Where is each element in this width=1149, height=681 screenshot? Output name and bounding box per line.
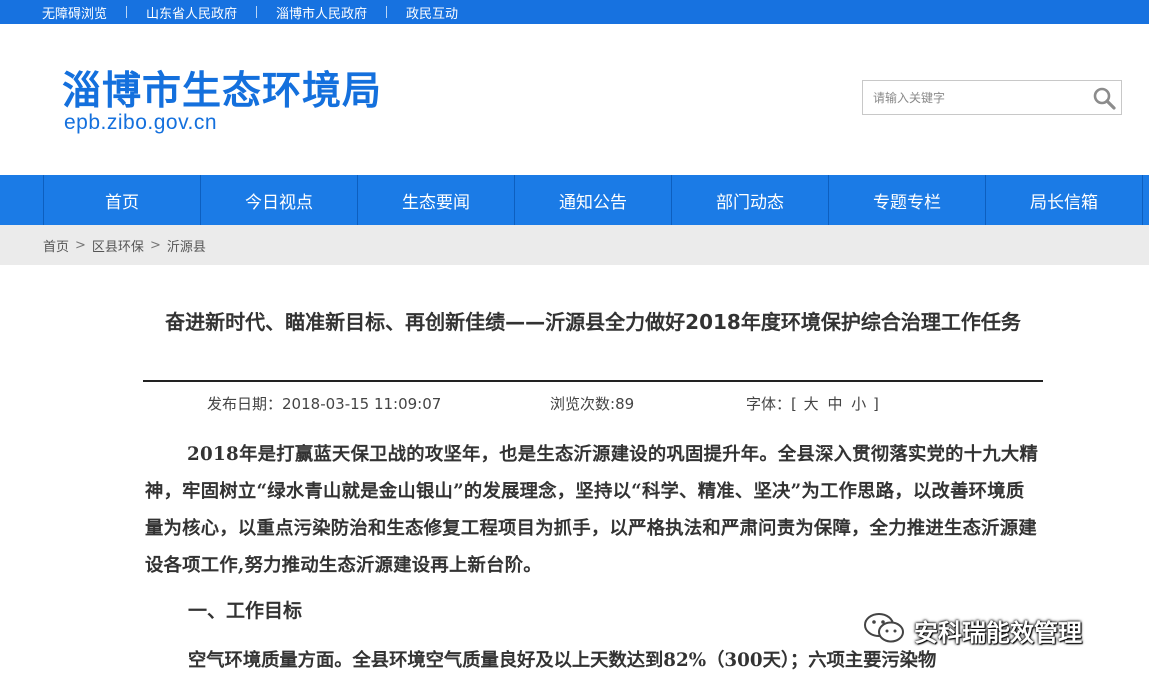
wechat-icon (862, 610, 906, 650)
publish-label: 发布日期： (207, 395, 283, 413)
nav-department[interactable]: 部门动态 (672, 175, 829, 225)
divider (386, 6, 388, 18)
breadcrumb-district[interactable]: 区县环保 (92, 236, 144, 255)
views-label: 浏览次数: (550, 395, 616, 413)
search-box (862, 80, 1122, 115)
article-title: 奋进新时代、瞄准新目标、再创新佳绩——沂源县全力做好2018年度环境保护综合治理… (165, 310, 1021, 334)
publish-date: 发布日期：2018-03-15 11:09:07 (207, 393, 441, 414)
main-nav: 首页 今日视点 生态要闻 通知公告 部门动态 专题专栏 局长信箱 (0, 175, 1149, 225)
view-count: 浏览次数:89 (550, 393, 634, 414)
title-divider (143, 380, 1043, 382)
divider (126, 6, 128, 18)
watermark: 安科瑞能效管理 (862, 610, 1082, 650)
breadcrumb-bar: 首页 > 区县环保 > 沂源县 (0, 225, 1149, 265)
font-label: 字体：[ (746, 395, 797, 413)
search-icon[interactable] (1091, 85, 1117, 111)
top-utility-bar: 无障碍浏览 山东省人民政府 淄博市人民政府 政民互动 (0, 0, 1149, 24)
nav-director-mailbox[interactable]: 局长信箱 (986, 175, 1143, 225)
site-domain: epb.zibo.gov.cn (64, 111, 218, 134)
breadcrumb-yiyuan[interactable]: 沂源县 (167, 236, 206, 255)
article-paragraph: 2018年是打赢蓝天保卫战的攻坚年，也是生态沂源建设的巩固提升年。全县深入贯彻落… (145, 444, 1039, 576)
font-medium-button[interactable]: 中 (827, 395, 842, 413)
nav-eco-news[interactable]: 生态要闻 (358, 175, 515, 225)
breadcrumb-separator: > (75, 237, 86, 253)
link-accessible-browse[interactable]: 无障碍浏览 (42, 3, 107, 22)
nav-today[interactable]: 今日视点 (201, 175, 358, 225)
breadcrumb-home[interactable]: 首页 (43, 236, 69, 255)
font-small-button[interactable]: 小 (851, 395, 866, 413)
breadcrumb: 首页 > 区县环保 > 沂源县 (43, 225, 206, 265)
link-shandong-gov[interactable]: 山东省人民政府 (146, 3, 237, 22)
font-large-button[interactable]: 大 (804, 395, 819, 413)
nav-home[interactable]: 首页 (44, 175, 201, 225)
link-public-interaction[interactable]: 政民互动 (406, 3, 458, 22)
watermark-text: 安科瑞能效管理 (914, 618, 1082, 647)
font-size-control: 字体：[ 大 中 小 ] (746, 393, 879, 414)
site-title[interactable]: 淄博市生态环境局 (62, 60, 382, 116)
nav-topics[interactable]: 专题专栏 (829, 175, 986, 225)
section-heading: 一、工作目标 (188, 600, 303, 622)
divider (256, 6, 258, 18)
font-close-bracket: ] (873, 395, 879, 413)
views-value: 89 (615, 395, 635, 413)
nav-notices[interactable]: 通知公告 (515, 175, 672, 225)
breadcrumb-separator: > (149, 237, 161, 253)
link-zibo-gov[interactable]: 淄博市人民政府 (276, 3, 367, 22)
search-input[interactable] (863, 81, 1088, 114)
publish-date-value: 2018-03-15 11:09:07 (282, 395, 442, 413)
top-links: 无障碍浏览 山东省人民政府 淄博市人民政府 政民互动 (42, 0, 458, 24)
